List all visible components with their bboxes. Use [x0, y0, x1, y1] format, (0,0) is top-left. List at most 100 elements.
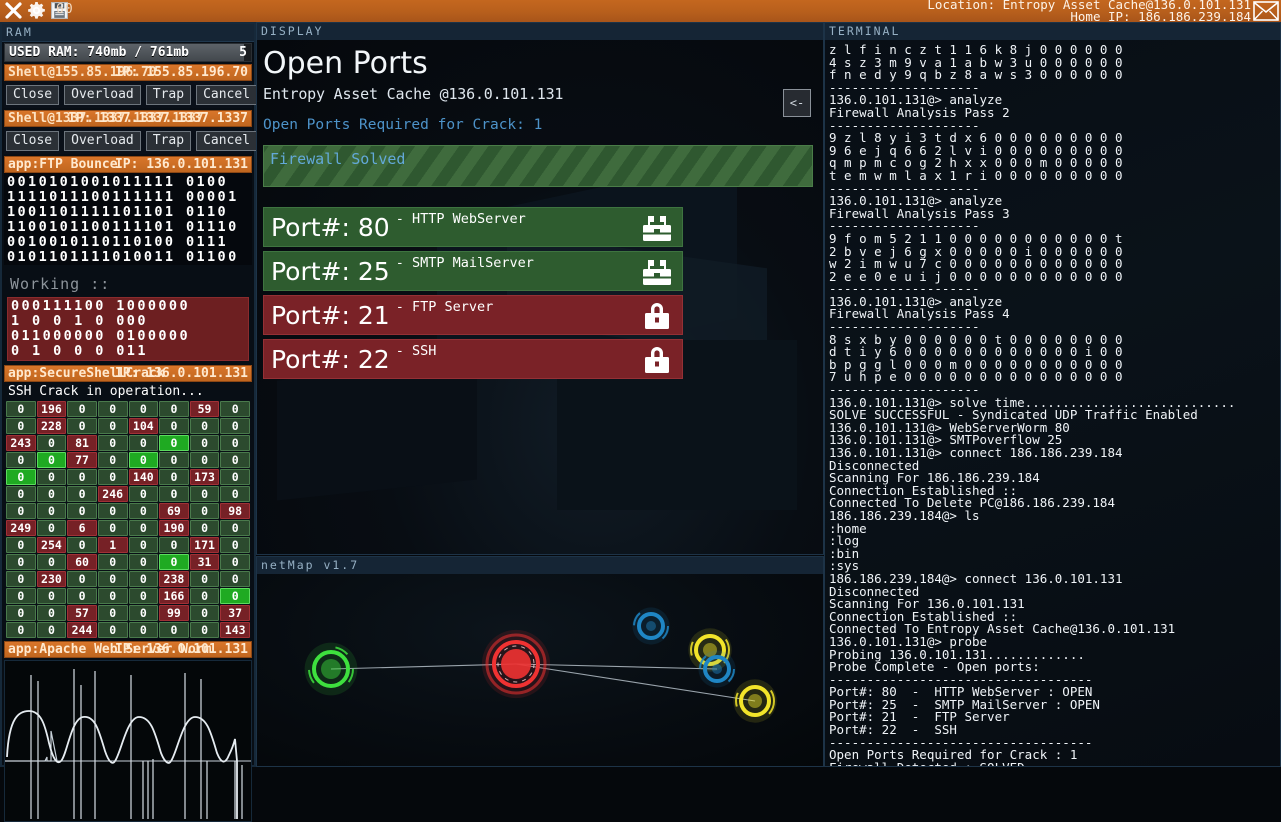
- port-row[interactable]: Port#: 22- SSH: [263, 339, 683, 379]
- binary-row: 0101101111010011 01100: [7, 250, 249, 265]
- ssh-grid-cell: 0: [37, 622, 67, 638]
- working-label: Working ::: [4, 265, 252, 297]
- ssh-grid-cell: 0: [159, 537, 189, 553]
- ssh-grid-cell: 0: [159, 401, 189, 417]
- ssh-grid-cell: 228: [37, 418, 67, 434]
- ssh-grid-cell: 190: [159, 520, 189, 536]
- port-row[interactable]: Port#: 25- SMTP MailServer: [263, 251, 683, 291]
- process-apache-worm: app:Apache Web Server Worm IP: 136.0.101…: [4, 641, 252, 658]
- ssh-grid-cell: 59: [190, 401, 220, 417]
- netmap-node[interactable]: [305, 643, 358, 696]
- ssh-grid-cell: 0: [159, 452, 189, 468]
- ssh-grid-cell: 0: [67, 469, 97, 485]
- overload-button[interactable]: Overload: [64, 85, 141, 105]
- ssh-grid-cell: 0: [190, 520, 220, 536]
- home-ip-text: Home IP: 186.186.239.184: [927, 11, 1251, 23]
- ssh-grid-cell: 0: [98, 520, 128, 536]
- netmap-canvas[interactable]: [257, 574, 823, 766]
- process-header: app:SecureShellCrack IP: 136.0.101.131: [4, 365, 252, 382]
- gear-icon[interactable]: [27, 1, 46, 20]
- netmap-node[interactable]: [733, 679, 776, 722]
- status-location: Location: Entropy Asset Cache@136.0.101.…: [927, 0, 1251, 22]
- netmap-panel-title: netMap v1.7: [257, 557, 823, 575]
- ssh-grid-cell: 0: [98, 571, 128, 587]
- ssh-grid-cell: 173: [190, 469, 220, 485]
- ram-body: USED RAM: 740mb / 761mb 5 Shell@155.85.1…: [2, 43, 254, 822]
- ssh-grid-cell: 0: [129, 520, 159, 536]
- ssh-grid-cell: 0: [67, 537, 97, 553]
- ssh-grid-cell: 244: [67, 622, 97, 638]
- ssh-grid-cell: 0: [159, 435, 189, 451]
- overload-button[interactable]: Overload: [64, 131, 141, 151]
- netmap-node[interactable]: [698, 650, 735, 687]
- locked-padlock-icon: [640, 300, 674, 335]
- binary-row: 1001101111101101 0110: [7, 205, 249, 220]
- display-panel-title: DISPLAY: [257, 23, 823, 41]
- ssh-grid-cell: 0: [190, 486, 220, 502]
- ssh-grid-cell: 60: [67, 554, 97, 570]
- trap-button[interactable]: Trap: [146, 131, 191, 151]
- mail-icon[interactable]: [1253, 1, 1279, 24]
- ssh-grid-cell: 0: [159, 554, 189, 570]
- ssh-grid-cell: 0: [220, 554, 250, 570]
- ssh-grid-cell: 0: [129, 622, 159, 638]
- ssh-grid-cell: 254: [37, 537, 67, 553]
- ssh-grid-cell: 81: [67, 435, 97, 451]
- process-ip: IP: 136.0.101.131: [115, 642, 248, 657]
- process-shell-1: Shell@155.85.196.70 IP: 155.85.196.70 Cl…: [4, 64, 252, 108]
- close-button[interactable]: Close: [6, 131, 59, 151]
- ssh-grid-cell: 0: [37, 435, 67, 451]
- terminal-line: :bin: [829, 548, 1280, 561]
- ssh-grid-cell: 0: [98, 435, 128, 451]
- ssh-grid-cell: 0: [98, 452, 128, 468]
- ssh-grid-cell: 0: [129, 605, 159, 621]
- app-root: 60 Location: Entropy Asset Cache@136.0.1…: [0, 0, 1281, 767]
- ssh-grid-cell: 0: [220, 401, 250, 417]
- display-content: Open Ports Entropy Asset Cache @136.0.10…: [257, 41, 823, 379]
- terminal-panel-title: TERMINAL: [825, 23, 1280, 41]
- working-row: 011000000 0100000: [11, 329, 245, 344]
- ssh-grid-cell: 0: [129, 571, 159, 587]
- ssh-grid-cell: 77: [67, 452, 97, 468]
- port-row[interactable]: Port#: 21- FTP Server: [263, 295, 683, 335]
- ssh-grid-cell: 1: [98, 537, 128, 553]
- cancel-button[interactable]: Cancel: [196, 85, 257, 105]
- ssh-grid-cell: 99: [159, 605, 189, 621]
- process-header: app:Apache Web Server Worm IP: 136.0.101…: [4, 641, 252, 658]
- ssh-grid-cell: 243: [6, 435, 36, 451]
- terminal-output[interactable]: z l f i n c z t 1 1 6 k 8 j 0 0 0 0 0 04…: [825, 40, 1280, 766]
- netmap-panel: netMap v1.7: [256, 556, 824, 767]
- ssh-grid-cell: 0: [37, 486, 67, 502]
- ssh-grid-cell: 0: [220, 571, 250, 587]
- cancel-button[interactable]: Cancel: [196, 131, 257, 151]
- ssh-grid-cell: 0: [6, 588, 36, 604]
- netmap-node[interactable]: [632, 607, 669, 644]
- close-button[interactable]: Close: [6, 85, 59, 105]
- ssh-grid-cell: 0: [159, 486, 189, 502]
- ssh-grid-cell: 171: [190, 537, 220, 553]
- ssh-grid-cell: 0: [67, 418, 97, 434]
- process-ssh-crack: app:SecureShellCrack IP: 136.0.101.131 S…: [4, 365, 252, 638]
- ssh-grid-cell: 0: [37, 503, 67, 519]
- ssh-grid-cell: 0: [37, 588, 67, 604]
- ssh-grid-cell: 196: [37, 401, 67, 417]
- port-row[interactable]: Port#: 80- HTTP WebServer: [263, 207, 683, 247]
- page-title: Open Ports: [263, 47, 813, 81]
- process-header: app:FTP Bounce IP: 136.0.101.131: [4, 156, 252, 173]
- ssh-grid-cell: 0: [220, 520, 250, 536]
- ssh-grid-cell: 143: [220, 622, 250, 638]
- trap-button[interactable]: Trap: [146, 85, 191, 105]
- back-button[interactable]: <-: [783, 89, 811, 117]
- ssh-grid-cell: 0: [220, 588, 250, 604]
- port-number: Port#: 22: [264, 345, 390, 374]
- close-icon[interactable]: [4, 1, 23, 20]
- terminal-line: :log: [829, 535, 1280, 548]
- process-actions: Close Overload Trap Cancel: [4, 81, 252, 108]
- netmap-node[interactable]: [482, 630, 550, 698]
- ssh-grid-cell: 166: [159, 588, 189, 604]
- port-number: Port#: 21: [264, 301, 390, 330]
- process-ftp-bounce: app:FTP Bounce IP: 136.0.101.131 0010101…: [4, 156, 252, 361]
- ssh-grid-cell: 0: [129, 537, 159, 553]
- ram-panel: RAM USED RAM: 740mb / 761mb 5 Shell@155.…: [0, 22, 256, 767]
- ssh-grid-cell: 238: [159, 571, 189, 587]
